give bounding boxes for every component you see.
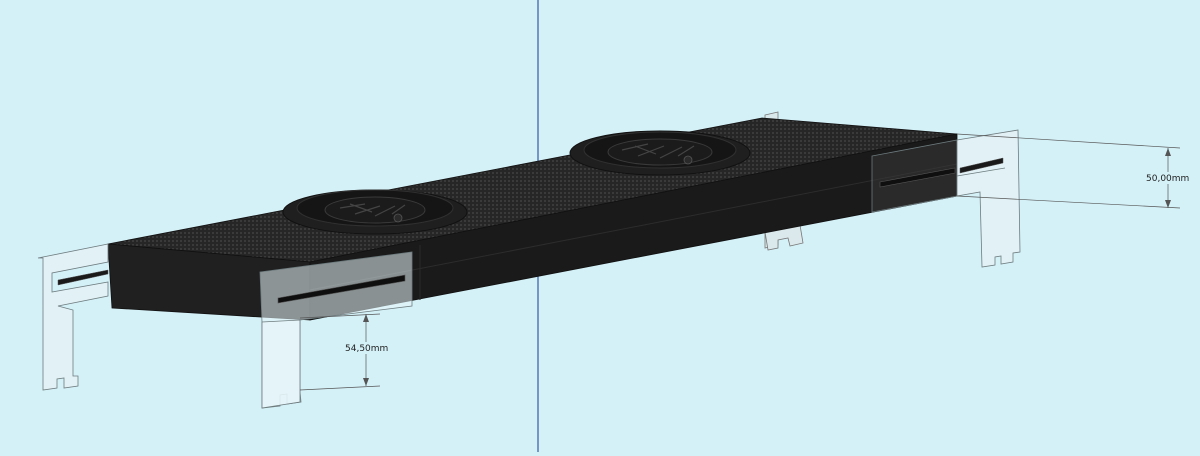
bracket-front-left[interactable] bbox=[259, 251, 413, 409]
bracket-left[interactable] bbox=[37, 243, 109, 391]
cad-viewport[interactable]: 50,00mm 54,50mm bbox=[0, 0, 1200, 452]
fan-icon bbox=[569, 130, 751, 176]
dimension-label-depth: 54,50mm bbox=[345, 344, 388, 354]
dimension-depth[interactable]: 54,50mm bbox=[299, 313, 392, 391]
fan-icon bbox=[282, 189, 468, 235]
dimension-label-height: 50,00mm bbox=[1146, 174, 1189, 184]
model-canvas[interactable]: 50,00mm 54,50mm bbox=[0, 0, 1200, 452]
cooler-body[interactable] bbox=[107, 117, 958, 321]
